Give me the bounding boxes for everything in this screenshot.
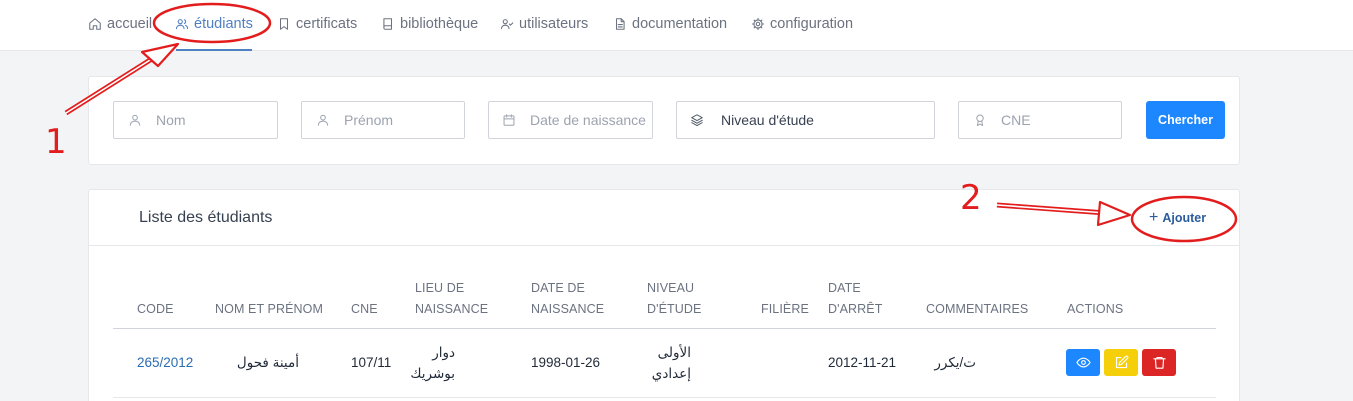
nav-label: bibliothèque [400, 16, 479, 32]
cell-cne: 107/11 [351, 355, 392, 370]
cell-code-link[interactable]: 265/2012 [137, 352, 193, 373]
niveau-selected-value: Niveau d'étude [721, 112, 814, 128]
nom-placeholder: Nom [156, 112, 186, 128]
column-header-code[interactable]: CODE [137, 299, 174, 320]
bookmark-icon [279, 18, 289, 30]
niveau-select[interactable]: Niveau d'étude [676, 101, 935, 139]
table-header-divider [113, 328, 1216, 329]
nav-label: configuration [770, 16, 854, 32]
column-header-date-arret[interactable]: DATE D'ARRÊT [828, 278, 882, 320]
search-panel: Nom Prénom Date de naissance Niveau d'ét… [88, 76, 1240, 165]
home-icon [89, 18, 101, 30]
edit-icon [1115, 355, 1128, 369]
edit-button[interactable] [1104, 349, 1138, 376]
eye-icon [1075, 357, 1091, 368]
layers-icon [691, 114, 703, 127]
user-icon [129, 114, 141, 126]
annotation-number-1: 1 [45, 122, 67, 162]
cell-date-arret: 2012-11-21 [828, 355, 897, 370]
document-icon [615, 18, 625, 30]
students-list-panel: Liste des étudiants + Ajouter CODE NOM E… [88, 189, 1240, 401]
gear-icon [751, 17, 765, 31]
calendar-icon [503, 114, 515, 126]
column-header-niveau[interactable]: NIVEAU D'ÉTUDE [647, 278, 701, 320]
date-placeholder: Date de naissance [530, 112, 646, 128]
column-header-commentaires[interactable]: COMMENTAIRES [926, 299, 1028, 320]
date-naissance-field[interactable]: Date de naissance [488, 101, 653, 139]
nav-label: utilisateurs [519, 16, 589, 32]
list-header: Liste des étudiants + Ajouter [89, 190, 1239, 246]
book-icon [383, 18, 393, 30]
delete-button[interactable] [1142, 349, 1176, 376]
user-check-icon [500, 19, 514, 30]
column-header-actions: ACTIONS [1067, 302, 1124, 316]
ajouter-button[interactable]: + Ajouter [1149, 209, 1206, 227]
column-header-date-naissance[interactable]: DATE DE NAISSANCE [531, 278, 604, 320]
chercher-button[interactable]: Chercher [1146, 101, 1225, 139]
nav-item-accueil[interactable]: accueil [88, 14, 152, 34]
cell-date-naissance: 1998-01-26 [531, 355, 601, 370]
nav-label: documentation [632, 16, 728, 32]
top-navigation: accueil étudiants certificats bibliothèq… [0, 0, 1353, 51]
table-row-divider [113, 397, 1216, 398]
cell-commentaire: ت/يكرر [934, 355, 976, 370]
annotation-number-2: 2 [960, 178, 982, 218]
user-icon [317, 114, 329, 126]
nav-item-utilisateurs[interactable]: utilisateurs [500, 14, 588, 34]
list-title: Liste des étudiants [139, 209, 273, 226]
prenom-field[interactable]: Prénom [301, 101, 465, 139]
prenom-placeholder: Prénom [344, 112, 394, 128]
nav-label: étudiants [194, 16, 253, 32]
cne-field[interactable]: CNE [958, 101, 1122, 139]
nav-label: accueil [107, 16, 153, 32]
nav-item-configuration[interactable]: configuration [751, 14, 853, 34]
ajouter-label: Ajouter [1162, 211, 1207, 225]
nav-item-documentation[interactable]: documentation [613, 14, 727, 34]
nav-item-etudiants[interactable]: étudiants [175, 14, 253, 34]
nav-label: certificats [296, 16, 358, 32]
active-tab-indicator [176, 49, 252, 51]
view-button[interactable] [1066, 349, 1100, 376]
nav-item-bibliotheque[interactable]: bibliothèque [381, 14, 478, 34]
cell-nom: أمينة فحول [236, 355, 299, 370]
nav-item-certificats[interactable]: certificats [277, 14, 357, 34]
trash-icon [1152, 356, 1166, 369]
column-header-cne[interactable]: CNE [351, 299, 378, 320]
award-icon [976, 114, 984, 127]
cell-niveau: الأولى إعدادي [651, 345, 691, 381]
users-icon [175, 19, 189, 30]
plus-icon: + [1149, 209, 1159, 226]
cell-lieu: دوار بوشريك [410, 345, 455, 381]
cne-placeholder: CNE [1001, 112, 1031, 128]
column-header-lieu[interactable]: LIEU DE NAISSANCE [415, 278, 488, 320]
nom-field[interactable]: Nom [113, 101, 278, 139]
column-header-nom[interactable]: NOM ET PRÉNOM [215, 299, 323, 320]
column-header-filiere[interactable]: FILIÈRE [761, 299, 809, 320]
